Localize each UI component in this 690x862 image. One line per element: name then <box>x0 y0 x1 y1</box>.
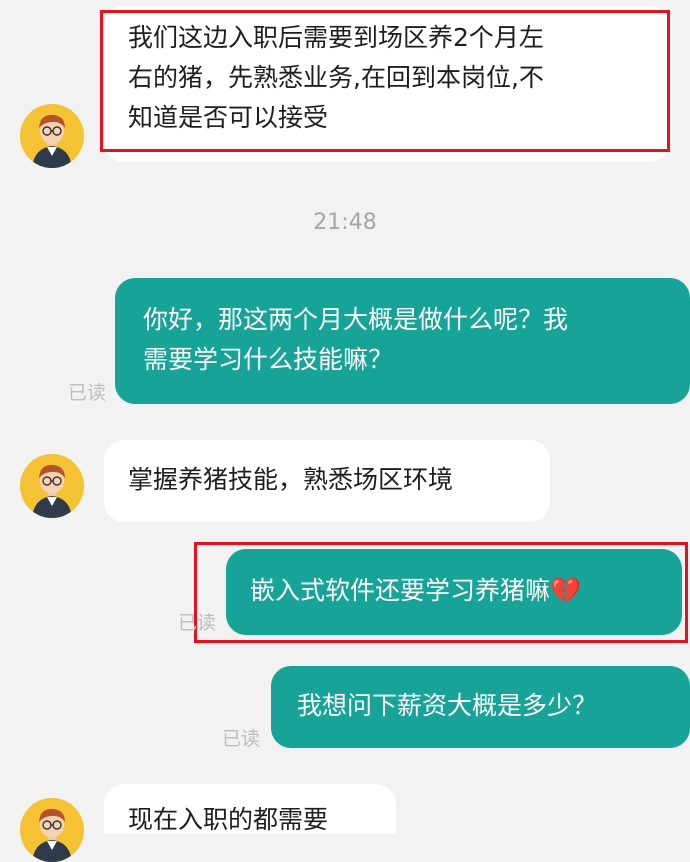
person-avatar-icon <box>32 464 72 518</box>
avatar[interactable] <box>20 454 84 518</box>
read-status: 已读 <box>68 382 107 404</box>
message-text: 你好，那这两个月大概是做什么呢？我 <box>143 305 569 334</box>
read-status: 已读 <box>178 612 217 634</box>
red-highlight-box <box>194 542 688 643</box>
incoming-message-bubble[interactable]: 现在入职的都需要 <box>104 784 396 834</box>
read-status: 已读 <box>222 728 261 750</box>
avatar[interactable] <box>20 104 84 168</box>
avatar[interactable] <box>20 798 84 862</box>
red-highlight-box <box>100 10 670 152</box>
message-text: 我想问下薪资大概是多少？ <box>297 691 598 720</box>
incoming-message-bubble[interactable]: 掌握养猪技能，熟悉场区环境 <box>104 440 550 522</box>
person-avatar-icon <box>32 114 72 168</box>
timestamp: 21:48 <box>313 210 377 235</box>
person-avatar-icon <box>32 808 72 862</box>
outgoing-message-bubble[interactable]: 你好，那这两个月大概是做什么呢？我 需要学习什么技能嘛？ <box>115 278 690 404</box>
outgoing-message-bubble[interactable]: 我想问下薪资大概是多少？ <box>271 666 690 748</box>
message-text: 需要学习什么技能嘛？ <box>143 345 394 374</box>
message-text: 现在入职的都需要 <box>128 805 329 834</box>
message-text: 掌握养猪技能，熟悉场区环境 <box>128 465 454 494</box>
